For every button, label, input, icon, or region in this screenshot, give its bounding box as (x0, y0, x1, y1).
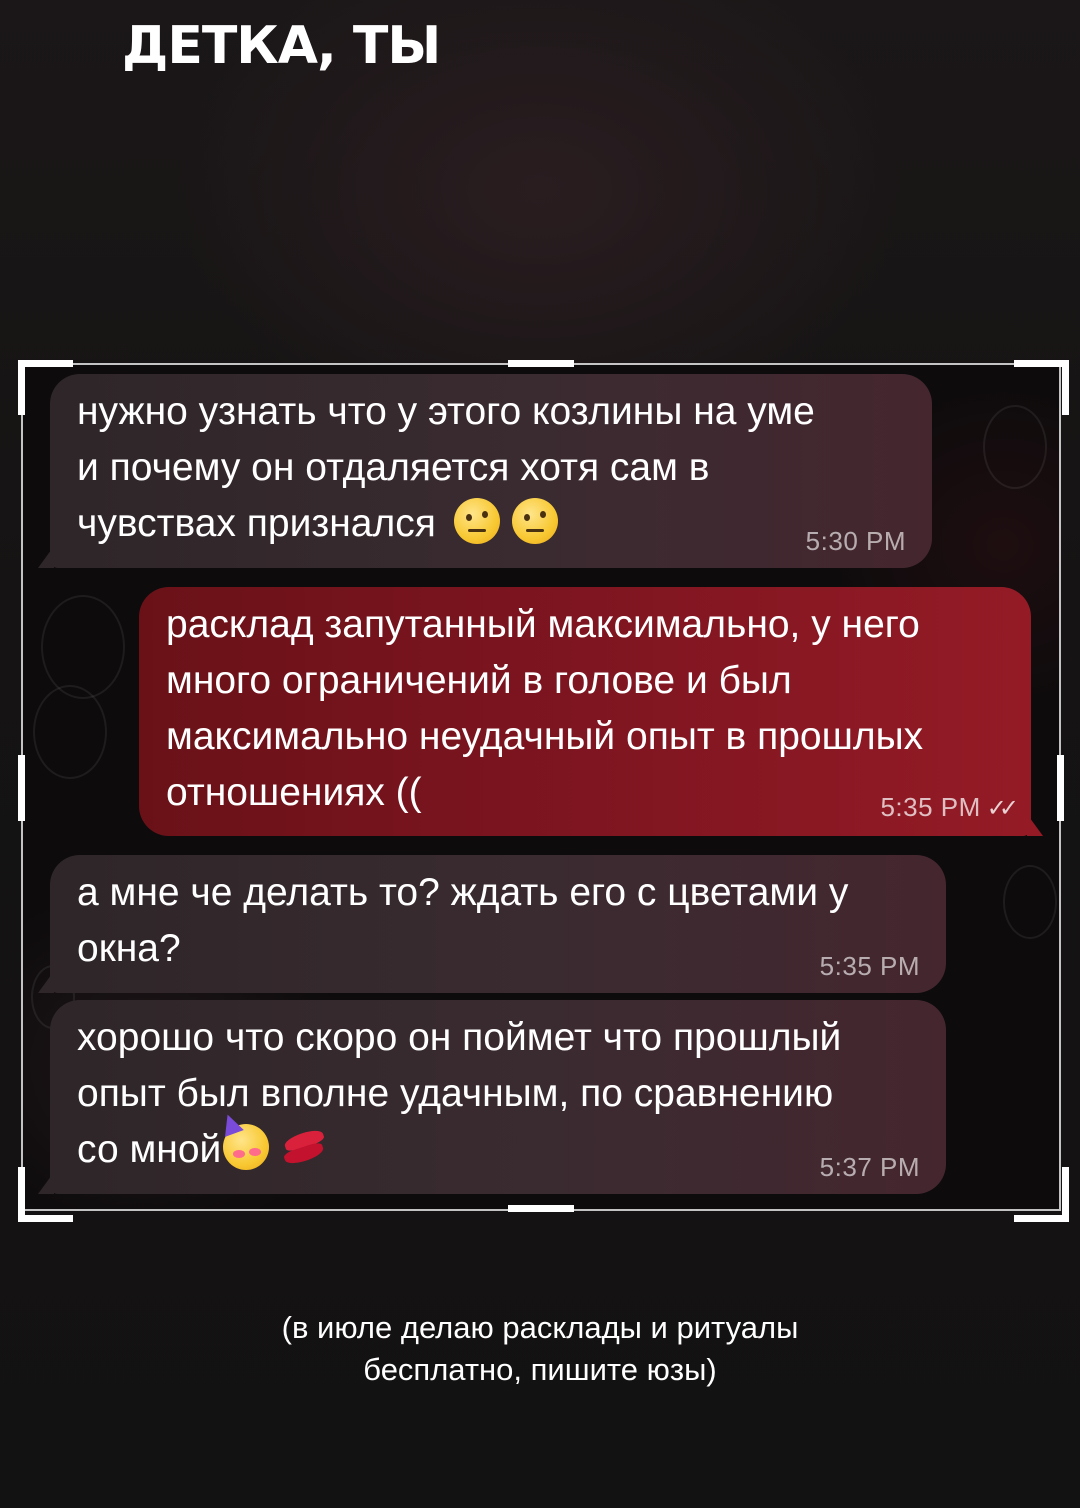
message-text-line: и почему он отдаляется хотя сам в (77, 446, 710, 489)
caption-line: бесплатно, пишите юзы) (363, 1352, 717, 1387)
message-text-fragment: со мной (77, 1128, 222, 1171)
wallpaper-doodle (1003, 865, 1057, 939)
wallpaper-doodle (983, 405, 1047, 489)
crop-handle-top[interactable] (508, 360, 574, 367)
partying-face-icon (223, 1124, 270, 1170)
bubble-tail (38, 971, 54, 993)
face-with-raised-eyebrow-icon (453, 498, 500, 544)
crop-handle-bottom-left[interactable] (18, 1167, 73, 1222)
double-check-icon: ✓✓ (986, 795, 1019, 822)
message-timestamp: 5:35 PM (819, 951, 920, 981)
kiss-mark-icon (281, 1124, 327, 1170)
message-text-line: много ограничений в голове и был (166, 659, 792, 702)
message-meta: 5:35 PM ✓✓ (880, 792, 1019, 824)
bubble-tail (38, 546, 54, 568)
message-bubble-incoming[interactable]: а мне че делать то? ждать его с цветами … (38, 855, 946, 993)
message-text-line: хорошо что скоро он поймет что прошлый (77, 1016, 842, 1059)
crop-handle-top-right[interactable] (1014, 360, 1069, 415)
message-text-line: максимально неудачный опыт в прошлых (166, 715, 924, 758)
message-timestamp: 5:30 PM (805, 526, 906, 556)
crop-handle-bottom-right[interactable] (1014, 1167, 1069, 1222)
wallpaper-doodle (33, 685, 107, 779)
message-text-line: расклад запутанный максимально, у него (166, 603, 920, 646)
crop-handle-left[interactable] (18, 755, 25, 821)
crop-handle-top-left[interactable] (18, 360, 73, 415)
message-text-line: окна? (77, 927, 181, 970)
message-timestamp: 5:37 PM (819, 1152, 920, 1182)
headline-title: ДЕТКА, ТЫ (122, 16, 441, 76)
message-text-line: опыт был вполне удачным, по сравнению (77, 1072, 834, 1115)
caption-line: (в июле делаю расклады и ритуалы (281, 1310, 799, 1345)
crop-handle-right[interactable] (1057, 755, 1064, 821)
message-bubble-outgoing[interactable]: расклад запутанный максимально, у него м… (139, 587, 1043, 836)
message-bubble-incoming[interactable]: хорошо что скоро он поймет что прошлый о… (38, 1000, 946, 1194)
message-text-line: со мной (77, 1122, 916, 1178)
crop-handle-bottom[interactable] (508, 1205, 574, 1212)
face-with-raised-eyebrow-icon (511, 498, 558, 544)
chat-screenshot: нужно узнать что у этого козлины на уме … (23, 365, 1059, 1209)
wallpaper-doodle (41, 595, 125, 699)
message-timestamp: 5:35 PM (880, 792, 981, 822)
message-text-line: отношениях (( (166, 771, 422, 814)
bubble-tail (1027, 814, 1043, 836)
message-text-line: чувствах признался (77, 496, 902, 552)
message-bubble-incoming[interactable]: нужно узнать что у этого козлины на уме … (38, 374, 932, 568)
message-text-line: а мне че делать то? ждать его с цветами … (77, 871, 849, 914)
message-text-line: нужно узнать что у этого козлины на уме (77, 390, 815, 433)
message-text-fragment: чувствах признался (77, 502, 436, 545)
